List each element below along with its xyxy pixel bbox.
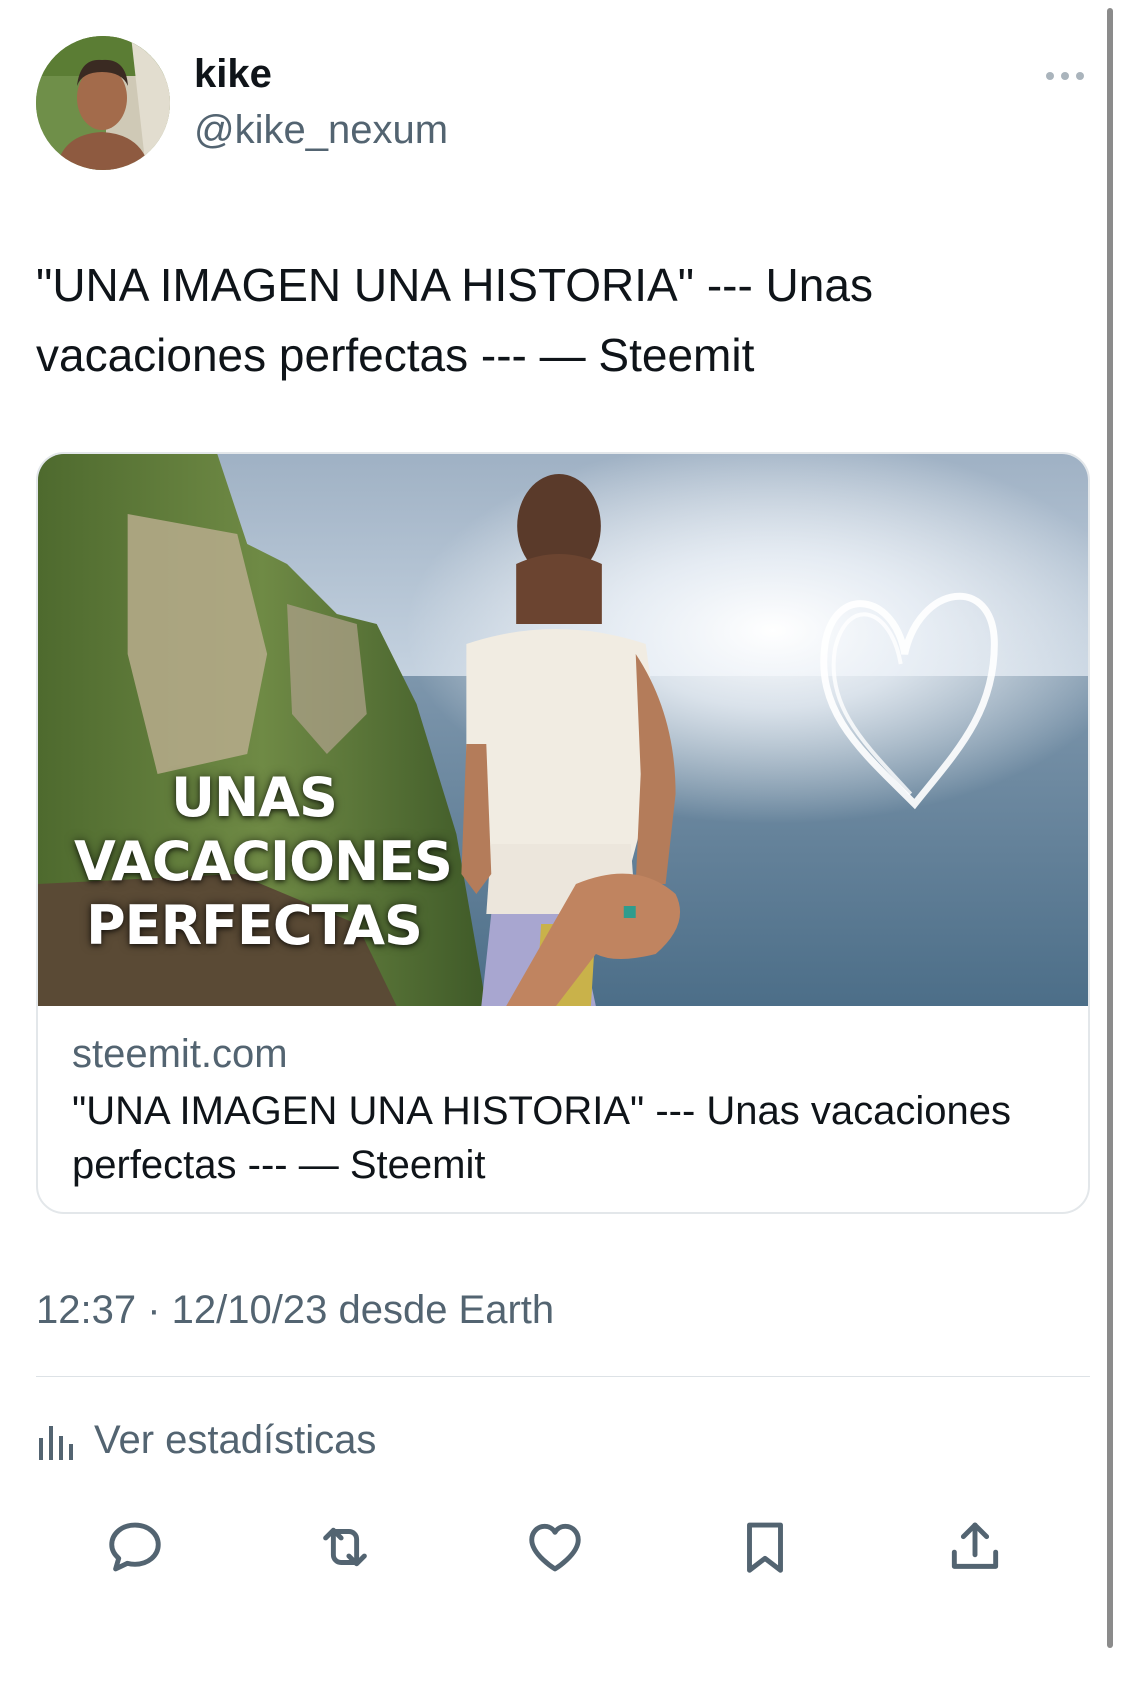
link-card[interactable]: UNAS VACACIONES PERFECTAS steemit.com "U… xyxy=(36,452,1090,1214)
divider xyxy=(36,1376,1090,1377)
overlay-line: UNAS xyxy=(171,766,338,829)
tweet-timestamp[interactable]: 12:37 · 12/10/23 desde Earth xyxy=(36,1288,554,1333)
scrollbar[interactable] xyxy=(1107,8,1113,1648)
tweet-detail-page: kike @kike_nexum "UNA IMAGEN UNA HISTORI… xyxy=(0,0,1125,1683)
more-dots-icon xyxy=(1046,72,1054,80)
avatar[interactable] xyxy=(36,36,170,170)
card-title: "UNA IMAGEN UNA HISTORIA" --- Unas vacac… xyxy=(72,1089,1012,1187)
more-options-button[interactable] xyxy=(1040,62,1090,90)
card-image-overlay-title: UNAS VACACIONES PERFECTAS xyxy=(74,766,453,958)
overlay-line: VACACIONES xyxy=(74,830,453,893)
overlay-line: PERFECTAS xyxy=(86,894,423,957)
display-name[interactable]: kike xyxy=(194,52,272,97)
heart-icon xyxy=(529,1523,581,1572)
reply-button[interactable] xyxy=(100,1512,170,1582)
more-dot xyxy=(1076,72,1084,80)
bookmark-button[interactable] xyxy=(730,1512,800,1582)
action-bar xyxy=(100,1512,1040,1582)
share-button[interactable] xyxy=(940,1512,1010,1582)
card-domain: steemit.com xyxy=(72,1032,288,1076)
more-dot xyxy=(1061,72,1069,80)
share-icon xyxy=(951,1522,999,1569)
view-stats-label: Ver estadísticas xyxy=(94,1417,377,1462)
bookmark-icon xyxy=(747,1522,783,1573)
card-image: UNAS VACACIONES PERFECTAS xyxy=(38,454,1088,1006)
view-stats-link[interactable]: Ver estadísticas xyxy=(36,1410,376,1470)
user-handle[interactable]: @kike_nexum xyxy=(194,108,448,153)
tweet-text: "UNA IMAGEN UNA HISTORIA" --- Unas vacac… xyxy=(36,259,873,381)
analytics-icon xyxy=(39,1426,73,1460)
like-button[interactable] xyxy=(520,1512,590,1582)
retweet-icon xyxy=(323,1527,367,1567)
reply-icon xyxy=(109,1522,161,1572)
retweet-button[interactable] xyxy=(310,1512,380,1582)
avatar-image xyxy=(36,36,170,170)
